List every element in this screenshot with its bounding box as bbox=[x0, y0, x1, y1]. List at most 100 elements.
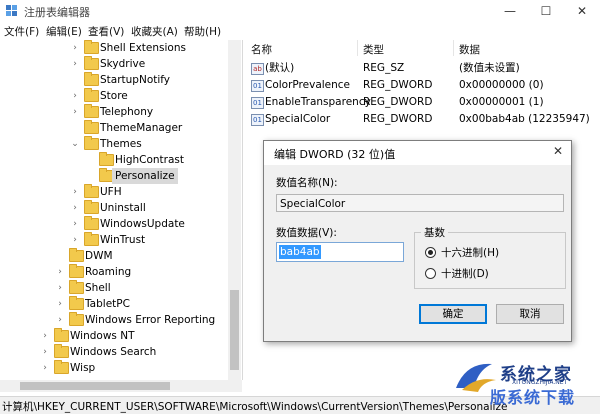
column-separator[interactable] bbox=[357, 40, 358, 56]
menu-help[interactable]: 帮助(H) bbox=[184, 24, 221, 39]
tree-item[interactable]: › TabletPC bbox=[0, 296, 228, 312]
tree-item[interactable]: › Uninstall bbox=[0, 200, 228, 216]
tree-item[interactable]: › Roaming bbox=[0, 264, 228, 280]
tree-item-personalize[interactable]: Personalize bbox=[0, 168, 228, 184]
hex-radio-label[interactable]: 十六进制(H) bbox=[441, 245, 499, 260]
tree-item[interactable]: › WindowsUpdate bbox=[0, 216, 228, 232]
tree-horizontal-scrollbar[interactable] bbox=[0, 380, 242, 392]
registry-path: 计算机\HKEY_CURRENT_USER\SOFTWARE\Microsoft… bbox=[2, 401, 508, 413]
tree-item-label: Telephony bbox=[100, 106, 154, 118]
tree-item[interactable]: ThemeManager bbox=[0, 120, 228, 136]
folder-icon bbox=[69, 248, 84, 262]
folder-icon bbox=[69, 296, 84, 310]
tree-item[interactable]: › UFH bbox=[0, 184, 228, 200]
maximize-button[interactable]: ☐ bbox=[528, 0, 564, 22]
tree-item[interactable]: › WinTrust bbox=[0, 232, 228, 248]
tree-item[interactable]: › Skydrive bbox=[0, 56, 228, 72]
expand-icon[interactable]: › bbox=[40, 344, 50, 360]
tree-item-label: TabletPC bbox=[85, 298, 130, 310]
expand-icon[interactable]: › bbox=[55, 296, 65, 312]
tree-item-themes[interactable]: ⌄ Themes bbox=[0, 136, 228, 152]
value-data-selected-text: bab4ab bbox=[279, 245, 321, 259]
tree-item[interactable]: › Windows Search bbox=[0, 344, 228, 360]
tree-item[interactable]: › Windows NT bbox=[0, 328, 228, 344]
column-name[interactable]: 名称 bbox=[251, 42, 272, 57]
expand-icon[interactable]: › bbox=[70, 216, 80, 232]
base-groupbox: 基数 十六进制(H) 十进制(D) bbox=[414, 225, 566, 289]
tree-item-label: Store bbox=[100, 90, 128, 102]
tree-item[interactable]: › Windows Error Reporting bbox=[0, 312, 228, 328]
tree-item-label: Windows Error Reporting bbox=[85, 314, 216, 326]
tree-item[interactable]: DWM bbox=[0, 248, 228, 264]
menu-view[interactable]: 查看(V) bbox=[88, 24, 124, 39]
expand-icon[interactable]: › bbox=[40, 360, 50, 376]
dword-value-icon: 01 bbox=[251, 80, 264, 92]
tree-vertical-scrollbar[interactable] bbox=[228, 40, 241, 380]
value-row[interactable]: ab (默认) REG_SZ (数值未设置) bbox=[245, 60, 600, 77]
tree-item-label: WinTrust bbox=[100, 234, 146, 246]
value-row[interactable]: 01 EnableTransparency REG_DWORD 0x000000… bbox=[245, 94, 600, 111]
value-row[interactable]: 01 ColorPrevalence REG_DWORD 0x00000000 … bbox=[245, 77, 600, 94]
tree-item[interactable]: › Wisp bbox=[0, 360, 228, 376]
expand-icon[interactable]: › bbox=[70, 200, 80, 216]
expand-icon[interactable]: › bbox=[55, 280, 65, 296]
hex-radio[interactable] bbox=[425, 247, 436, 258]
value-type: REG_DWORD bbox=[363, 113, 433, 125]
tree-scroll-thumb[interactable] bbox=[230, 290, 239, 370]
menu-file[interactable]: 文件(F) bbox=[4, 24, 39, 39]
tree-item[interactable]: StartupNotify bbox=[0, 72, 228, 88]
tree-item-label: Roaming bbox=[85, 266, 132, 278]
cancel-button[interactable]: 取消 bbox=[496, 304, 564, 324]
value-data-label: 数值数据(V): bbox=[276, 227, 337, 239]
value-row[interactable]: 01 SpecialColor REG_DWORD 0x00bab4ab (12… bbox=[245, 111, 600, 128]
dialog-title-bar: 编辑 DWORD (32 位)值 ✕ bbox=[264, 141, 571, 165]
expand-icon[interactable]: › bbox=[70, 232, 80, 248]
value-data: 0x00bab4ab (12235947) bbox=[459, 113, 590, 125]
value-name: EnableTransparency bbox=[265, 96, 371, 108]
tree-item[interactable]: › Shell bbox=[0, 280, 228, 296]
expand-icon[interactable]: › bbox=[70, 40, 80, 56]
value-data: 0x00000000 (0) bbox=[459, 79, 544, 91]
collapse-icon[interactable]: ⌄ bbox=[70, 136, 80, 152]
expand-icon[interactable]: › bbox=[70, 56, 80, 72]
expand-icon[interactable]: › bbox=[40, 328, 50, 344]
value-name: (默认) bbox=[265, 62, 295, 74]
folder-icon bbox=[84, 40, 99, 54]
expand-icon[interactable]: › bbox=[70, 104, 80, 120]
tree-item-label: WindowsUpdate bbox=[100, 218, 185, 230]
expand-icon[interactable]: › bbox=[55, 312, 65, 328]
column-type[interactable]: 类型 bbox=[363, 42, 384, 57]
tree-item[interactable]: › Telephony bbox=[0, 104, 228, 120]
menu-favorites[interactable]: 收藏夹(A) bbox=[131, 24, 178, 39]
tree-hscroll-thumb[interactable] bbox=[20, 382, 170, 390]
tree-item[interactable]: › Shell Extensions bbox=[0, 40, 228, 56]
expand-icon[interactable]: › bbox=[70, 88, 80, 104]
expand-icon[interactable]: › bbox=[70, 184, 80, 200]
value-data: (数值未设置) bbox=[459, 62, 520, 74]
ok-button[interactable]: 确定 bbox=[419, 304, 487, 324]
decimal-radio[interactable] bbox=[425, 268, 436, 279]
tree-item-label: Skydrive bbox=[100, 58, 146, 70]
tree-item-label: Uninstall bbox=[100, 202, 146, 214]
column-separator[interactable] bbox=[453, 40, 454, 56]
folder-icon bbox=[84, 72, 99, 86]
tree-item[interactable]: › Store bbox=[0, 88, 228, 104]
expand-icon[interactable]: › bbox=[55, 264, 65, 280]
tree-item-label: Windows NT bbox=[70, 330, 135, 342]
tree-item[interactable]: HighContrast bbox=[0, 152, 228, 168]
column-data[interactable]: 数据 bbox=[459, 42, 480, 57]
folder-icon bbox=[84, 232, 99, 246]
folder-icon bbox=[84, 120, 99, 134]
registry-tree[interactable]: › Shell Extensions › Skydrive StartupNot… bbox=[0, 40, 243, 380]
value-name-field: SpecialColor bbox=[276, 194, 564, 212]
dword-value-icon: 01 bbox=[251, 114, 264, 126]
folder-icon bbox=[84, 216, 99, 230]
decimal-radio-label[interactable]: 十进制(D) bbox=[441, 266, 489, 281]
close-button[interactable]: ✕ bbox=[564, 0, 600, 22]
menu-edit[interactable]: 编辑(E) bbox=[46, 24, 82, 39]
dialog-close-button[interactable]: ✕ bbox=[553, 144, 563, 158]
dialog-title: 编辑 DWORD (32 位)值 bbox=[274, 148, 396, 161]
tree-item-label: DWM bbox=[85, 250, 113, 262]
value-data-input[interactable]: bab4ab bbox=[276, 242, 404, 262]
minimize-button[interactable]: — bbox=[492, 0, 528, 22]
